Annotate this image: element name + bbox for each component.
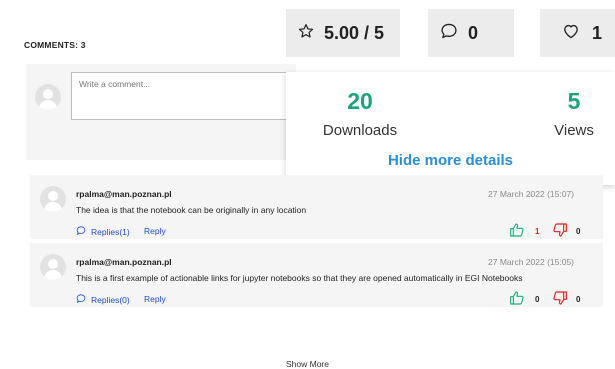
comment-date: 27 March 2022 (15:07) (488, 189, 574, 199)
thumbs-up-icon[interactable] (509, 222, 525, 238)
comment-author[interactable]: rpalma@man.poznan.pl (76, 257, 172, 267)
rating-stat[interactable]: 5.00 / 5 (286, 9, 400, 57)
comment-card: rpalma@man.poznan.pl 27 March 2022 (15:0… (30, 243, 603, 307)
downloads-label: Downloads (322, 122, 398, 139)
more-details-panel: 20 Downloads 5 Views Hide more details (286, 72, 615, 185)
upvote-count: 1 (535, 227, 540, 236)
reply-button[interactable]: Reply (144, 294, 166, 304)
comment-author[interactable]: rpalma@man.poznan.pl (76, 189, 172, 199)
hide-details-link[interactable]: Hide more details (286, 152, 615, 169)
speech-bubble-icon (76, 294, 86, 305)
views-label: Views (554, 122, 594, 139)
heart-icon (562, 23, 580, 44)
comments-count-title: COMMENTS: 3 (24, 40, 86, 50)
thumbs-down-icon[interactable] (552, 222, 568, 238)
avatar (35, 84, 61, 110)
replies-label: Replies(1) (91, 226, 130, 237)
comment-text: This is a first example of actionable li… (76, 273, 523, 283)
replies-label: Replies(0) (91, 294, 130, 305)
downloads-value: 20 (347, 88, 373, 114)
downvote-count: 0 (576, 295, 581, 304)
star-icon (298, 23, 314, 44)
avatar (40, 186, 66, 212)
comments-value: 0 (468, 22, 479, 43)
downvote-count: 0 (576, 227, 581, 236)
comment-card: rpalma@man.poznan.pl 27 March 2022 (15:0… (30, 175, 603, 239)
comment-input[interactable] (71, 72, 306, 120)
avatar (40, 254, 66, 280)
speech-bubble-icon (440, 23, 458, 44)
thumbs-down-icon[interactable] (552, 290, 568, 306)
likes-value: 1 (592, 22, 603, 43)
upvote-count: 0 (535, 295, 540, 304)
views-value: 5 (567, 88, 581, 114)
replies-toggle[interactable]: Replies(0) (76, 294, 130, 305)
likes-stat[interactable]: 1 (540, 9, 615, 57)
speech-bubble-icon (76, 226, 86, 237)
comment-date: 27 March 2022 (15:05) (488, 257, 574, 267)
replies-toggle[interactable]: Replies(1) (76, 226, 130, 237)
thumbs-up-icon[interactable] (509, 290, 525, 306)
comments-stat[interactable]: 0 (428, 9, 514, 57)
reply-button[interactable]: Reply (144, 226, 166, 236)
comment-text: The idea is that the notebook can be ori… (76, 205, 307, 215)
comment-input-panel (26, 64, 306, 160)
rating-value: 5.00 / 5 (324, 22, 385, 43)
